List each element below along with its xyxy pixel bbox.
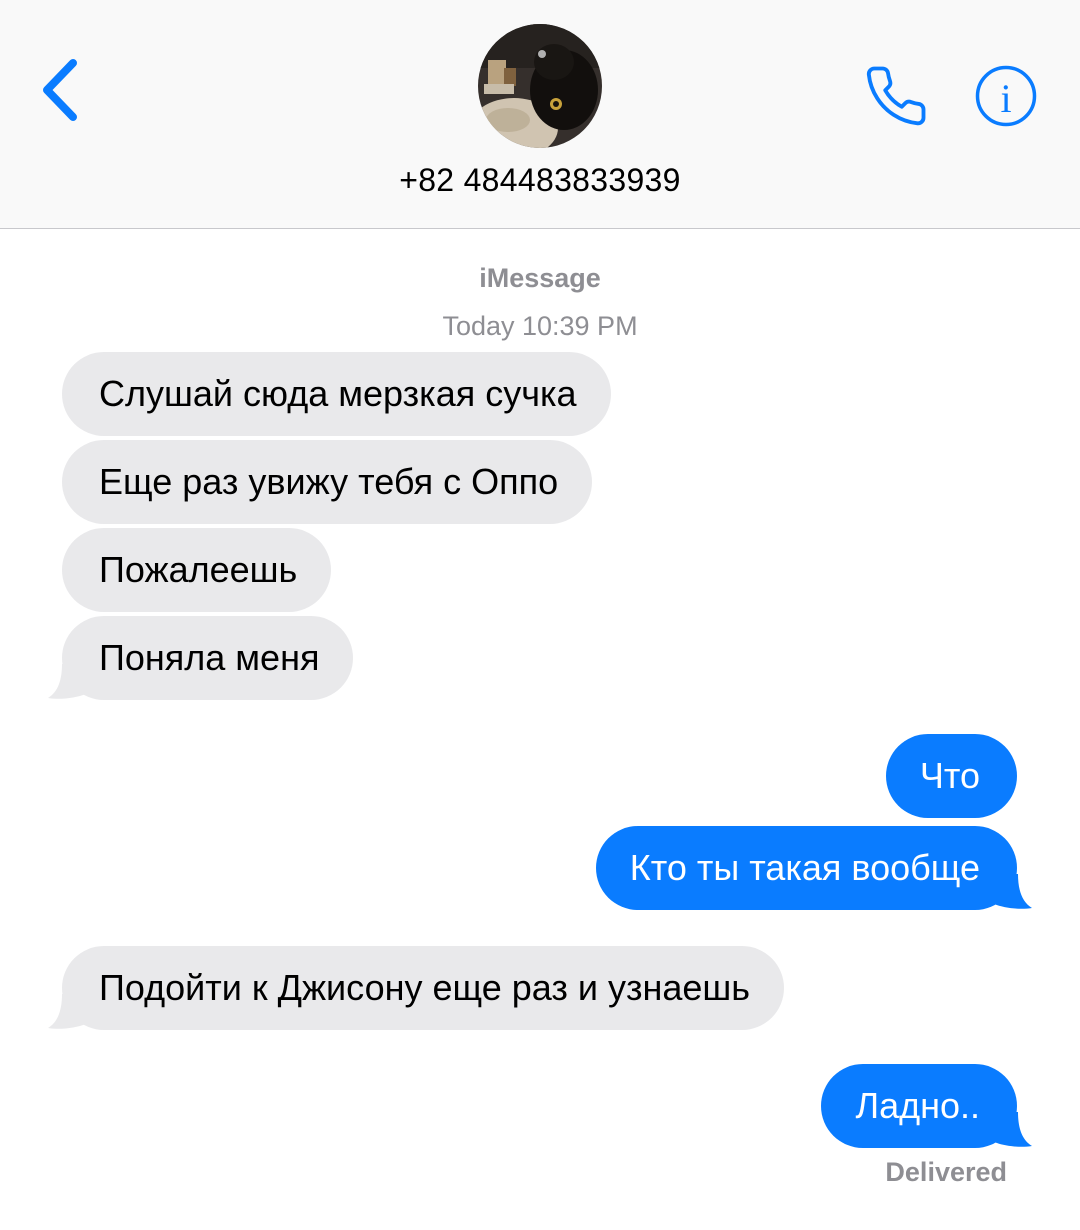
- outgoing-message-bubble[interactable]: Ладно..: [821, 1064, 1017, 1148]
- avatar-photo: [478, 24, 602, 148]
- message-timestamp: Today 10:39 PM: [442, 311, 638, 341]
- info-button[interactable]: i: [968, 58, 1044, 134]
- back-button[interactable]: [28, 52, 92, 128]
- service-label: iMessage: [479, 263, 601, 293]
- info-icon: i: [975, 65, 1037, 127]
- phone-icon: [866, 66, 926, 126]
- incoming-message-bubble[interactable]: Еще раз увижу тебя с Оппо: [62, 440, 593, 524]
- outgoing-message-bubble[interactable]: Кто ты такая вообще: [595, 826, 1017, 910]
- call-button[interactable]: [858, 60, 934, 132]
- delivery-status: Delivered: [885, 1157, 1007, 1187]
- incoming-message-bubble[interactable]: Слушай сюда мерзкая сучка: [62, 352, 611, 436]
- contact-avatar[interactable]: [478, 24, 602, 148]
- incoming-message-bubble[interactable]: Поняла меня: [62, 616, 354, 700]
- chevron-left-icon: [43, 59, 77, 121]
- outgoing-message-bubble[interactable]: Что: [885, 734, 1017, 818]
- svg-text:i: i: [1000, 76, 1011, 121]
- incoming-message-bubble[interactable]: Подойти к Джисону еще раз и узнаешь: [62, 946, 785, 1030]
- incoming-message-bubble[interactable]: Пожалеешь: [62, 528, 332, 612]
- contact-name[interactable]: +82 484483833939: [0, 162, 1080, 199]
- conversation-header: +82 484483833939 i: [0, 0, 1080, 229]
